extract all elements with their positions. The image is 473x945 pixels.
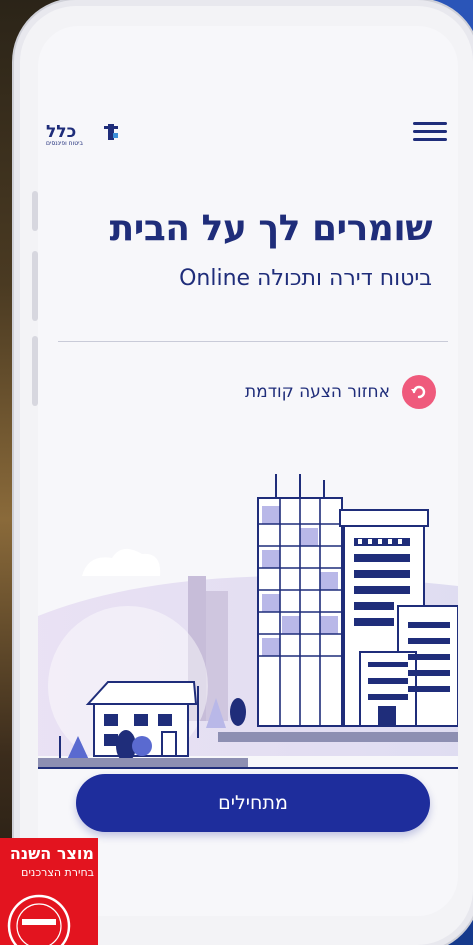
hamburger-icon (413, 122, 447, 125)
logo-mark-icon (104, 124, 118, 140)
badge-title: מוצר השנה (9, 844, 94, 863)
undo-arrow-icon (402, 375, 436, 409)
badge-subtitle: בחירת הצרכנים (21, 866, 94, 879)
divider (58, 341, 448, 342)
app-screen: כלל ביטוח ופיננסים שומרים לך על הבית ביט… (38, 26, 458, 916)
brand-logo[interactable]: כלל ביטוח ופיננסים (46, 122, 126, 152)
product-of-the-year-badge: מוצר השנה בחירת הצרכנים (0, 838, 98, 945)
voted-product-seal-icon (7, 894, 71, 945)
start-button[interactable]: מתחילים (76, 774, 430, 832)
retrieve-previous-quote-link[interactable]: אחזור הצעה קודמת (245, 374, 436, 410)
logo-text: כלל (46, 122, 77, 142)
page-title: שומרים לך על הבית (109, 208, 433, 249)
city-illustration (38, 474, 458, 769)
retrieve-previous-quote-label: אחזור הצעה קודמת (244, 382, 390, 402)
logo-subtext: ביטוח ופיננסים (46, 140, 83, 147)
menu-button[interactable] (413, 122, 447, 144)
page-subtitle: ביטוח דירה ותכולה Online (179, 266, 432, 291)
